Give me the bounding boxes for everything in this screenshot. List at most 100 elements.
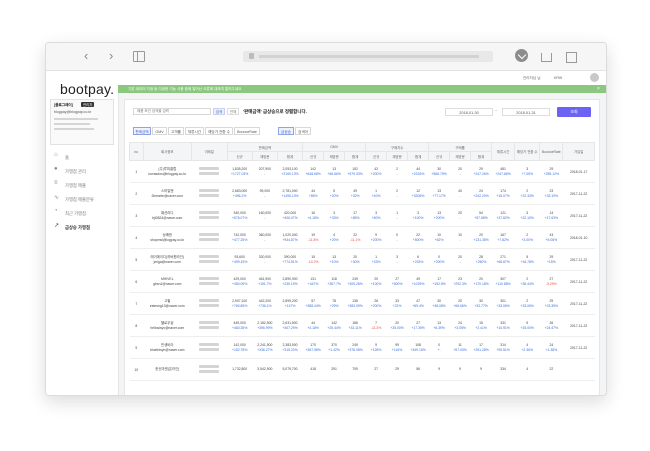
avatar[interactable] (590, 73, 599, 82)
tab-keyword[interactable]: 검색어 (295, 127, 311, 135)
metric-value: 5,079,700 (282, 367, 298, 372)
join-date: 2018-01-10 (562, 226, 595, 249)
metric-cell: 5 +20% (323, 182, 345, 205)
search-button[interactable]: 검색 (213, 108, 225, 115)
tabs-overview-icon[interactable] (566, 52, 577, 63)
column-header[interactable]: 신규 (226, 151, 253, 161)
metric-change: +25.00% (390, 325, 404, 330)
column-header[interactable]: 가입일 (562, 142, 595, 161)
tab-dwell-time[interactable]: 체류시간 (185, 127, 204, 135)
sidebar-item-home[interactable]: ⌂ 홈 (46, 151, 118, 165)
column-header[interactable]: 합계 (276, 151, 304, 161)
metric-cell: 4 +2.36% (514, 336, 540, 359)
metric-change: +25.44% (327, 325, 341, 330)
sidebar-item-recent[interactable]: ◔ 최근 가맹점 (46, 207, 118, 221)
table-row[interactable]: 1 (주)루피클럽 lucrasdos@blogpay.co.kr 1,835,200… (129, 160, 595, 183)
date-from-field[interactable]: 2018-01-30 (445, 108, 493, 116)
column-header[interactable]: 재방문 (386, 151, 409, 161)
metric-cell: 22 (539, 358, 563, 381)
metric-cell: 2,683,000 +496.2% (227, 182, 253, 205)
metric-cell: 331 +10.91% (491, 314, 515, 337)
metric-change: +152.78% (231, 347, 248, 352)
table-row[interactable]: 5 에이에이디(하버원라인) jmlga@naver.com 93,600 +499.1… (129, 248, 595, 271)
column-header[interactable]: 회사정보 (142, 142, 192, 161)
metric-cell: 20 +100% (365, 270, 387, 293)
metric-cell: 30 +33.77% (470, 292, 492, 315)
table-row[interactable]: 2 스마일맨 2bmarte@naver.com 2,683,000 +496.2% 99… (129, 182, 595, 205)
metric-change: -11.3% (370, 325, 382, 330)
account-card[interactable]: [플로그레이] 관리자 blogpay@blogpay.co.kr (50, 99, 114, 145)
all-button[interactable]: 전체 (227, 108, 239, 115)
back-icon[interactable]: ‹ (84, 49, 88, 63)
date-separator: ~ (495, 108, 498, 113)
date-to-field[interactable]: 2018-01-31 (502, 108, 550, 116)
tab-trending[interactable]: 급상승 (278, 127, 294, 135)
account-name: [플로그레이] (54, 103, 73, 107)
tab-gmv[interactable]: GMV (152, 127, 167, 135)
merchant-cell: 스마일맨 2bmarte@naver.com (143, 182, 192, 205)
metric-value: 418 (310, 367, 316, 372)
table-row[interactable]: 3 패션리디 bjt0824@naver.com 340,000 +576.07% 160… (129, 204, 595, 227)
column-header[interactable]: BounceRate (539, 142, 564, 161)
sidebar-item-merchants[interactable]: ● 가맹점 관리 (46, 165, 118, 179)
tab-customer-rate[interactable]: 고객률 (168, 127, 184, 135)
column-header[interactable]: no (129, 142, 144, 161)
metric-change: +33% (371, 259, 381, 264)
redacted-text (199, 304, 220, 307)
metric-cell: 5,079,700 (277, 358, 303, 381)
query-button[interactable]: 조회 (557, 107, 591, 117)
metric-cell: 2 +22.33% (514, 182, 540, 205)
metric-cell: 49 +32% (344, 182, 366, 205)
sidebar-item-sales-category[interactable]: ∿ 가맹점 매출분류 (46, 193, 118, 207)
column-header[interactable]: 재방문 (449, 151, 472, 161)
column-header[interactable]: 신규 (365, 151, 388, 161)
table-row[interactable]: 7 고필 estesng13@naver.com 2,907,100 +760.89% 4… (129, 292, 595, 315)
forward-icon[interactable]: › (109, 49, 113, 63)
metric-change: - (396, 215, 398, 220)
search-input[interactable] (133, 108, 211, 115)
table-row[interactable]: 4 상쾌한 shopmsl@logpay.co.kr 742,000 +477.25% 3… (129, 226, 595, 249)
currency-selector[interactable]: KRW (554, 76, 562, 80)
column-header[interactable]: 체류시간 (491, 142, 516, 161)
column-header[interactable]: 재방문 (323, 151, 346, 161)
merchant-cell: 헬로우샵 hellosisyv@naver.com (143, 314, 192, 337)
metric-change: +447% (307, 281, 319, 286)
tab-conversions[interactable]: 해당가 전환 수 (205, 127, 233, 135)
column-header[interactable]: 신규 (302, 151, 325, 161)
table-row[interactable]: 6 MHIVEL gbsn1@naver.com 429,000 +450.09% 461… (129, 270, 595, 293)
sidebar-item-sales[interactable]: ≡ 가맹점 매출 (46, 179, 118, 193)
admin-name[interactable]: 관리자님 님 (523, 76, 541, 81)
column-header[interactable]: 합계 (470, 151, 493, 161)
sidebar-menu: ⌂ 홈 ● 가맹점 관리 ≡ 가맹점 매출 ∿ 가맹점 매출분류 ◔ 최근 가맹점 ↗ 급상… (46, 151, 118, 235)
metric-change: +396.99% (257, 325, 273, 330)
metric-cell: 20- (449, 160, 471, 183)
table-row[interactable]: 10 한신마켓(온라인) 1,732,800 3,542,900 5,079,700 41… (129, 358, 595, 381)
table-row[interactable]: 8 헬로우샵 hellosisyv@naver.com 449,000 +460.35%… (129, 314, 595, 337)
column-header[interactable]: 이메일 (190, 142, 228, 161)
share-icon[interactable] (541, 53, 552, 62)
metric-cell: 449,000 +460.35% (227, 314, 253, 337)
close-icon[interactable]: × (597, 86, 600, 92)
sidebar-item-trending[interactable]: ↗ 급상승 가맹점 (46, 221, 118, 235)
redacted-text (199, 348, 220, 351)
column-header[interactable]: 합계 (344, 151, 367, 161)
metric-change: +200% (370, 303, 382, 308)
sidebar-toggle-icon[interactable] (133, 51, 145, 62)
metric-cell: 420,000 +406.07% (277, 204, 303, 227)
metric-cell: 14 +17.63% (539, 204, 563, 227)
column-header[interactable]: 신규 (428, 151, 451, 161)
column-header[interactable]: 해당가 전환 수 (514, 142, 541, 161)
metric-change: +200% (370, 237, 382, 242)
table-row[interactable]: 9 빈생비아 bluethisyh@naver.com 142,000 +152.78%… (129, 336, 595, 359)
column-header[interactable]: 재방문 (251, 151, 278, 161)
tab-sales-amount[interactable]: 판매금액 (133, 127, 151, 135)
address-bar[interactable] (243, 51, 493, 62)
metric-change: - (264, 237, 266, 242)
metric-cell: 24 +1.38% (539, 336, 563, 359)
email-cell-redacted (191, 248, 228, 271)
tab-bounce-rate[interactable]: BounceRate (234, 127, 260, 135)
merchant-name[interactable]: 한신마켓(온라인) (143, 367, 191, 372)
download-icon[interactable] (515, 49, 528, 62)
column-header[interactable]: 합계 (407, 151, 430, 161)
metric-change: +247.66% (495, 171, 511, 176)
